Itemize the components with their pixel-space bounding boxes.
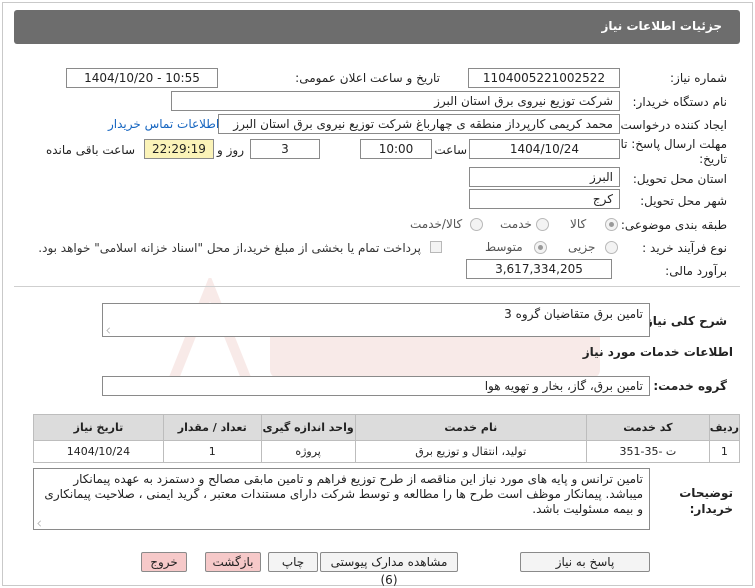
col-header-quantity: تعداد / مقدار xyxy=(162,414,262,441)
category-label: طبقه بندی موضوعی: xyxy=(620,218,727,232)
description-label: شرح کلی نیاز: xyxy=(641,314,727,328)
cell-service-name: تولید، انتقال و توزیع برق xyxy=(354,440,588,463)
treasury-payment-note: پرداخت تمام یا بخشی از مبلغ خرید،از محل … xyxy=(38,241,421,255)
cell-need-date: 1404/10/24 xyxy=(33,440,164,463)
resize-handle-icon[interactable] xyxy=(37,520,44,527)
need-number-field: 1104005221002522 xyxy=(468,68,620,88)
province-label: استان محل تحویل: xyxy=(632,172,727,186)
title-bar: جزئیات اطلاعات نیاز xyxy=(14,10,740,44)
process-option-medium-label: متوسط xyxy=(485,240,523,254)
city-label: شهر محل تحویل: xyxy=(640,194,727,208)
table-header-row: ردیف کد خدمت نام خدمت واحد اندازه گیری ت… xyxy=(33,414,741,441)
need-number-label: شماره نیاز: xyxy=(670,71,727,85)
category-option-both-radio[interactable] xyxy=(470,218,483,231)
announce-datetime-field: 1404/10/20 - 10:55 xyxy=(66,68,218,88)
estimate-label: برآورد مالی: xyxy=(665,264,727,278)
buyer-notes-textarea: تامین ترانس و پایه های مورد نیاز این منا… xyxy=(33,468,650,530)
days-remaining-field: 3 xyxy=(250,139,320,159)
service-group-field: تامین برق، گاز، بخار و تهویه هوا xyxy=(102,376,650,396)
services-table: ردیف کد خدمت نام خدمت واحد اندازه گیری ت… xyxy=(33,414,741,463)
services-section-title: اطلاعات خدمات مورد نیاز xyxy=(582,345,733,359)
category-option-service-radio[interactable] xyxy=(536,218,549,231)
description-text: تامین برق متقاضیان گروه 3 xyxy=(504,307,643,321)
back-button[interactable]: بازگشت xyxy=(205,552,261,572)
buyer-org-field: شرکت توزیع نیروی برق استان البرز xyxy=(171,91,620,111)
buyer-notes-label-line2: خریدار: xyxy=(689,502,733,516)
category-option-goods-radio[interactable] xyxy=(605,218,618,231)
resize-handle-icon[interactable] xyxy=(106,327,113,334)
col-header-service-code: کد خدمت xyxy=(586,414,710,441)
creator-label: ایجاد کننده درخواست: xyxy=(616,118,727,132)
remaining-time-label: ساعت باقی مانده xyxy=(45,143,135,157)
deadline-time-label: ساعت xyxy=(434,143,467,157)
province-field: البرز xyxy=(469,167,620,187)
buyer-notes-text: تامین ترانس و پایه های مورد نیاز این منا… xyxy=(44,472,643,516)
table-row: 1 ت -35-351 تولید، انتقال و توزیع برق پر… xyxy=(33,440,741,463)
deadline-time-field: 10:00 xyxy=(360,139,432,159)
cell-service-code: ت -35-351 xyxy=(586,440,710,463)
service-group-label: گروه خدمت: xyxy=(653,379,727,393)
creator-field: محمد کریمی کارپرداز منطقه ی چهارباغ شرکت… xyxy=(218,114,620,134)
deadline-label-date: تاریخ: xyxy=(699,152,727,166)
view-attachments-button[interactable]: مشاهده مدارک پیوستی (6) xyxy=(320,552,458,587)
print-button[interactable]: چاپ xyxy=(268,552,318,572)
cell-unit: پروژه xyxy=(260,440,356,463)
description-textarea: تامین برق متقاضیان گروه 3 xyxy=(102,303,650,337)
category-option-goods-label: کالا xyxy=(570,217,587,231)
col-header-service-name: نام خدمت xyxy=(354,414,588,441)
deadline-date-field: 1404/10/24 xyxy=(469,139,620,159)
deadline-label: مهلت ارسال پاسخ: تا xyxy=(620,137,727,151)
process-option-minor-radio[interactable] xyxy=(605,241,618,254)
buyer-notes-label: توضیحات xyxy=(679,486,733,500)
treasury-payment-checkbox[interactable] xyxy=(430,241,442,253)
reply-button[interactable]: پاسخ به نیاز xyxy=(520,552,650,572)
col-header-unit: واحد اندازه گیری xyxy=(260,414,356,441)
announce-label: تاریخ و ساعت اعلان عمومی: xyxy=(295,71,440,85)
process-type-label: نوع فرآیند خرید : xyxy=(642,241,727,255)
remaining-time-field: 22:29:19 xyxy=(144,139,214,159)
days-label: روز و xyxy=(217,143,244,157)
exit-button[interactable]: خروج xyxy=(141,552,187,572)
divider xyxy=(14,286,740,287)
category-option-service-label: خدمت xyxy=(500,217,532,231)
category-option-both-label: کالا/خدمت xyxy=(410,217,463,231)
col-header-row-number: ردیف xyxy=(708,414,741,441)
cell-quantity: 1 xyxy=(162,440,262,463)
buyer-contact-link[interactable]: اطلاعات تماس خریدار xyxy=(108,117,219,131)
process-option-medium-radio[interactable] xyxy=(534,241,547,254)
col-header-need-date: تاریخ نیاز xyxy=(33,414,164,441)
process-option-minor-label: جزیی xyxy=(568,240,596,254)
estimate-field: 3,617,334,205 xyxy=(466,259,612,279)
page-title: جزئیات اطلاعات نیاز xyxy=(601,19,722,33)
cell-row-number: 1 xyxy=(708,440,741,463)
city-field: کرج xyxy=(469,189,620,209)
buyer-org-label: نام دستگاه خریدار: xyxy=(632,95,728,109)
